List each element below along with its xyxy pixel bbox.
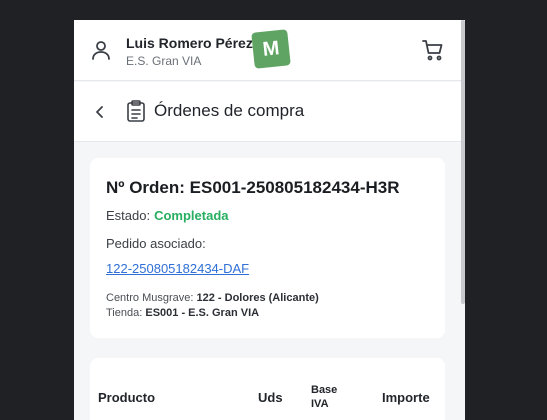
tienda-label: Tienda: bbox=[106, 307, 143, 319]
centro-label: Centro Musgrave: bbox=[106, 292, 194, 304]
user-icon[interactable] bbox=[89, 38, 113, 62]
column-header-producto: Producto bbox=[98, 390, 156, 405]
tienda-value: ES001 - E.S. Gran VIA bbox=[145, 307, 260, 319]
centro-row: Centro Musgrave: 122 - Dolores (Alicante… bbox=[106, 292, 319, 304]
column-header-importe: Importe bbox=[382, 390, 430, 405]
page-header: Órdenes de compra bbox=[74, 82, 461, 142]
app-window: Luis Romero Pérez E.S. Gran VIA M Órdene… bbox=[74, 20, 465, 420]
order-number: Nº Orden: ES001-250805182434-H3R bbox=[106, 178, 400, 197]
scrollbar[interactable] bbox=[461, 20, 465, 304]
status-badge: Completada bbox=[154, 208, 229, 223]
page-title: Órdenes de compra bbox=[154, 101, 305, 120]
order-card: Nº Orden: ES001-250805182434-H3R Estado:… bbox=[90, 158, 445, 338]
clipboard-icon bbox=[127, 100, 145, 122]
brand-logo: M bbox=[251, 29, 291, 69]
column-header-uds: Uds bbox=[258, 390, 283, 405]
user-name: Luis Romero Pérez bbox=[126, 35, 253, 51]
status-label: Estado: bbox=[106, 208, 151, 223]
order-status-row: Estado: Completada bbox=[106, 208, 229, 223]
user-store: E.S. Gran VIA bbox=[126, 54, 202, 68]
chevron-left-icon[interactable] bbox=[92, 104, 108, 120]
linked-order-link[interactable]: 122-250805182434-DAF bbox=[106, 261, 249, 276]
column-header-base-iva: Base IVA bbox=[311, 384, 338, 410]
cart-icon[interactable] bbox=[421, 38, 445, 62]
products-table: Producto Uds Base IVA Importe bbox=[90, 358, 445, 420]
top-bar: Luis Romero Pérez E.S. Gran VIA M bbox=[74, 20, 461, 81]
tienda-row: Tienda: ES001 - E.S. Gran VIA bbox=[106, 307, 259, 319]
centro-value: 122 - Dolores (Alicante) bbox=[196, 292, 319, 304]
linked-order-label: Pedido asociado: bbox=[106, 236, 206, 251]
